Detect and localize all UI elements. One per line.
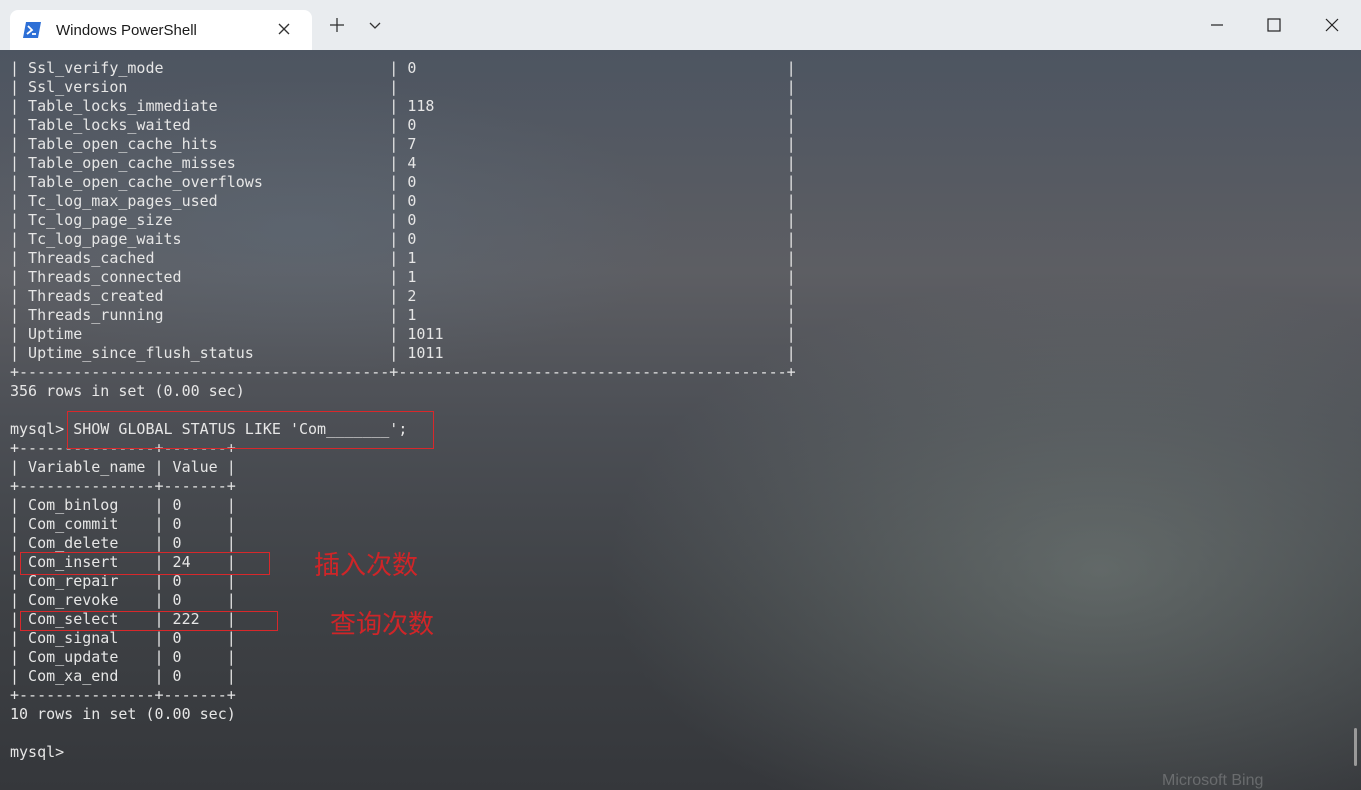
- terminal-line: | Ssl_verify_mode | 0 |: [10, 59, 796, 77]
- window-close-icon[interactable]: [1321, 14, 1343, 36]
- terminal-line: | Com_commit | 0 |: [10, 515, 236, 533]
- terminal-line: | Table_locks_immediate | 118 |: [10, 97, 796, 115]
- terminal-area[interactable]: | Ssl_verify_mode | 0 | | Ssl_version | |…: [0, 50, 1361, 790]
- terminal-line: | Threads_connected | 1 |: [10, 268, 796, 286]
- insert-count-annotation: 插入次数: [314, 551, 419, 581]
- minimize-icon[interactable]: [1206, 14, 1228, 36]
- terminal-line: | Tc_log_page_waits | 0 |: [10, 230, 796, 248]
- terminal-line: | Tc_log_max_pages_used | 0 |: [10, 192, 796, 210]
- terminal-line: | Table_locks_waited | 0 |: [10, 116, 796, 134]
- terminal-line: | Threads_running | 1 |: [10, 306, 796, 324]
- terminal-line: mysql>: [10, 743, 74, 761]
- terminal-line: | Com_binlog | 0 |: [10, 496, 236, 514]
- terminal-line: | Com_xa_end | 0 |: [10, 667, 236, 685]
- tab-title: Windows PowerShell: [56, 21, 197, 39]
- terminal-line: +---------------+-------+: [10, 477, 236, 495]
- terminal-line: 356 rows in set (0.00 sec): [10, 382, 245, 400]
- terminal-line: | Threads_cached | 1 |: [10, 249, 796, 267]
- terminal-line: | Ssl_version | |: [10, 78, 796, 96]
- scrollbar[interactable]: [1354, 728, 1357, 766]
- chevron-down-icon[interactable]: [364, 14, 386, 36]
- tab-windows-powershell[interactable]: Windows PowerShell: [10, 10, 312, 50]
- terminal-line: +---------------------------------------…: [10, 363, 796, 381]
- command-highlight-box: [67, 411, 434, 449]
- tab-close-icon[interactable]: [274, 19, 294, 39]
- terminal-line: | Table_open_cache_overflows | 0 |: [10, 173, 796, 191]
- com-insert-highlight-box: [20, 552, 270, 575]
- terminal-line: | Variable_name | Value |: [10, 458, 236, 476]
- terminal-line: +---------------+-------+: [10, 686, 236, 704]
- terminal-line: | Threads_created | 2 |: [10, 287, 796, 305]
- bing-watermark: Microsoft Bing: [1162, 772, 1264, 789]
- com-select-highlight-box: [20, 611, 278, 631]
- terminal-line: | Table_open_cache_hits | 7 |: [10, 135, 796, 153]
- powershell-icon: [23, 22, 41, 38]
- title-bar: Windows PowerShell: [0, 0, 1361, 50]
- terminal-line: 10 rows in set (0.00 sec): [10, 705, 236, 723]
- terminal-line: | Com_update | 0 |: [10, 648, 236, 666]
- terminal-line: | Tc_log_page_size | 0 |: [10, 211, 796, 229]
- terminal-line: | Uptime_since_flush_status | 1011 |: [10, 344, 796, 362]
- select-count-annotation: 查询次数: [330, 610, 435, 640]
- maximize-icon[interactable]: [1263, 14, 1285, 36]
- terminal-line: | Table_open_cache_misses | 4 |: [10, 154, 796, 172]
- terminal-line: | Uptime | 1011 |: [10, 325, 796, 343]
- new-tab-plus-icon[interactable]: [326, 14, 348, 36]
